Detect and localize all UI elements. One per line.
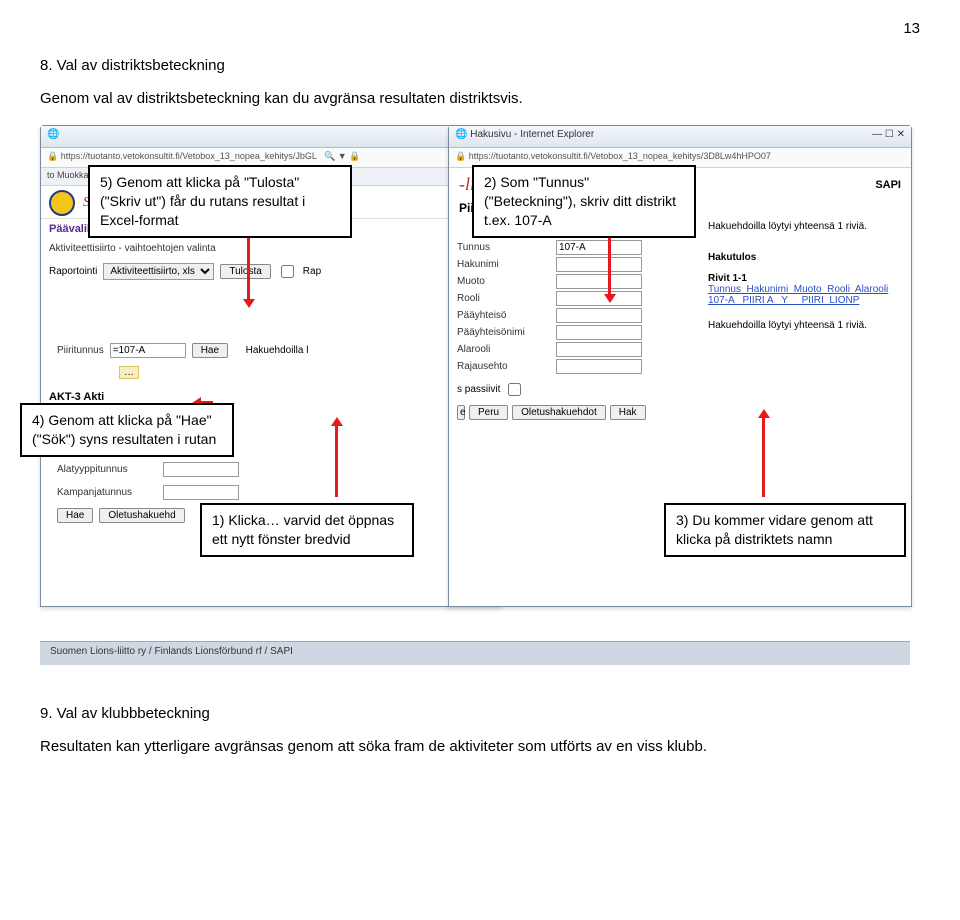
left-url-text: https://tuotanto.vetokonsultit.fi/Vetobo… [61, 151, 317, 161]
rivit-label2: Rivit 1-1 [708, 273, 903, 284]
left-subtitle: Aktiviteettisiirto - vaihtoehtojen valin… [41, 239, 501, 258]
right-tab-title: Hakusivu - Internet Explorer [470, 129, 594, 140]
right-window-titlebar: 🌐 Hakusivu - Internet Explorer — ☐ ✕ [449, 126, 911, 148]
arrow-c2 [608, 235, 611, 295]
kampanja-input[interactable] [163, 485, 239, 500]
section8-title: 8. Val av distriktsbeteckning [40, 57, 920, 74]
kampanja-label: Kampanjatunnus [57, 487, 157, 498]
result-columns: Tunnus Hakunimi Muoto Rooli Alarooli [708, 284, 903, 295]
callout-4: 4) Genom att klicka på "Hae" ("Sök") syn… [20, 403, 234, 457]
rap-label: Rap [303, 266, 321, 277]
input-alarooli[interactable] [556, 342, 642, 357]
input-muoto[interactable] [556, 274, 642, 289]
lbl-rooli: Rooli [457, 293, 552, 304]
piiritunnus-input[interactable] [110, 343, 186, 358]
callout-1: 1) Klicka… varvid det öppnas ett nytt fö… [200, 503, 414, 557]
callout-5: 5) Genom att klicka på "Tulosta" ("Skriv… [88, 165, 352, 238]
input-paayhteisonimi[interactable] [556, 325, 642, 340]
lbl-passiivit: s passiivit [457, 384, 500, 395]
hakuehdoilla-label: Hakuehdoilla l [246, 345, 309, 356]
section9-title: 9. Val av klubbbeteckning [40, 705, 920, 722]
lions-logo-icon [49, 190, 75, 216]
callout-3: 3) Du kommer vidare genom att klicka på … [664, 503, 906, 557]
arrow-c5 [247, 235, 250, 300]
arrow-c3 [762, 417, 765, 497]
right-form: Hae Peru Tunnus Hakunimi Muoto Rooli Pää… [449, 217, 700, 424]
piiritunnus-dots-link[interactable]: … [119, 366, 139, 379]
sapi-label: SAPI [875, 179, 901, 191]
rap-checkbox[interactable] [281, 265, 294, 278]
raportointi-label: Raportointi [49, 266, 97, 277]
lbl-alarooli: Alarooli [457, 344, 552, 355]
input-tunnus[interactable] [556, 240, 642, 255]
input-rajausehto[interactable] [556, 359, 642, 374]
lbl-muoto: Muoto [457, 276, 552, 287]
input-paayhteiso[interactable] [556, 308, 642, 323]
hakuehdoilla-text: Hakuehdoilla löytyi yhteensä 1 riviä. [708, 221, 903, 232]
right-results: Hakuehdoilla löytyi yhteensä 1 riviä. Ha… [700, 217, 911, 424]
bottom-hae-button[interactable]: Hae [57, 508, 93, 523]
chk-passiivit[interactable] [508, 383, 521, 396]
left-window-titlebar: 🌐 [41, 126, 501, 148]
hakutulos-heading: Hakutulos [708, 252, 903, 263]
btn-oletus[interactable]: Oletushakuehdot [512, 405, 606, 420]
right-url-text: https://tuotanto.vetokonsultit.fi/Vetobo… [469, 151, 771, 161]
alatyyppi-input[interactable] [163, 462, 239, 477]
hae-button[interactable]: Hae [192, 343, 228, 358]
alatyyppi-label: Alatyyppitunnus [57, 464, 157, 475]
footer-bar: Suomen Lions-liitto ry / Finlands Lionsf… [40, 641, 910, 665]
tiny-e-button[interactable]: e [457, 405, 465, 420]
btn-peru2[interactable]: Peru [469, 405, 508, 420]
piiritunnus-label: Piiritunnus [57, 345, 104, 356]
lbl-tunnus: Tunnus [457, 242, 552, 253]
diagram: 🌐 🔒 https://tuotanto.vetokonsultit.fi/Ve… [40, 125, 910, 665]
lbl-rajausehto: Rajausehto [457, 361, 552, 372]
piiritunnus-block: Piiritunnus Hae Hakuehdoilla l … [41, 335, 501, 387]
lbl-hakunimi: Hakunimi [457, 259, 552, 270]
input-rooli[interactable] [556, 291, 642, 306]
arrow-c1 [335, 425, 338, 497]
raportointi-select[interactable]: Aktiviteettisiirto, xls [103, 263, 214, 280]
btn-hak[interactable]: Hak [610, 405, 646, 420]
left-report-row: Raportointi Aktiviteettisiirto, xls Tulo… [41, 258, 501, 285]
lbl-paayhteisonimi: Pääyhteisönimi [457, 327, 552, 338]
input-hakunimi[interactable] [556, 257, 642, 272]
result-row[interactable]: 107-A PIIRI A Y PIIRI LIONP [708, 295, 903, 306]
page-number: 13 [40, 20, 920, 37]
bottom-oletus-button[interactable]: Oletushakuehd [99, 508, 184, 523]
callout-2: 2) Som "Tunnus" ("Beteckning"), skriv di… [472, 165, 696, 238]
section9-body: Resultaten kan ytterligare avgränsas gen… [40, 738, 920, 755]
section8-intro: Genom val av distriktsbeteckning kan du … [40, 90, 920, 107]
tulosta-button[interactable]: Tulosta [220, 264, 270, 279]
hakuehdoilla-text2: Hakuehdoilla löytyi yhteensä 1 riviä. [708, 320, 903, 331]
lbl-paayhteiso: Pääyhteisö [457, 310, 552, 321]
